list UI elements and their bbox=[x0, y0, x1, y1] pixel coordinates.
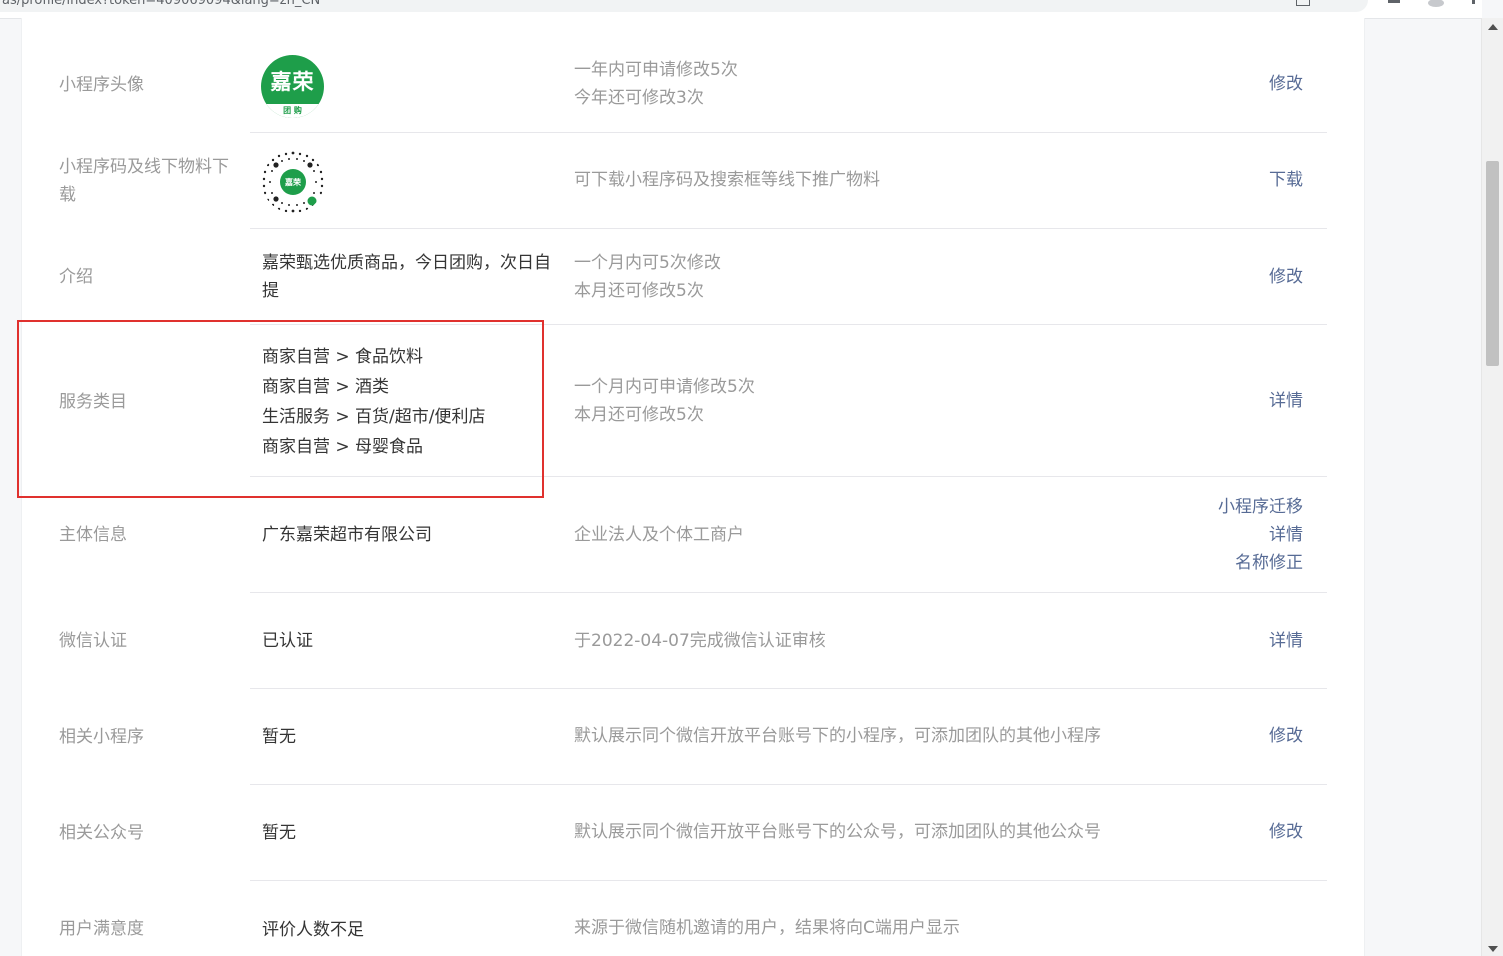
row-service-category: 服务类目 商家自营 > 食品饮料 商家自营 > 酒类 生活服务 > 百货/超市/… bbox=[22, 325, 1364, 477]
scroll-up-icon[interactable] bbox=[1488, 24, 1498, 30]
intro-text: 嘉荣甄选优质商品，今日团购，次日自提 bbox=[262, 253, 551, 301]
row-related-official-accounts: 相关公众号 暂无 默认展示同个微信开放平台账号下的公众号，可添加团队的其他公众号… bbox=[22, 785, 1364, 881]
category-item: 生活服务 > 百货/超市/便利店 bbox=[262, 407, 486, 427]
entity-details-link[interactable]: 详情 bbox=[1218, 521, 1303, 549]
row-related-mini-programs: 相关小程序 暂无 默认展示同个微信开放平台账号下的小程序，可添加团队的其他小程序… bbox=[22, 689, 1364, 785]
row-qrcode: 小程序码及线下物料下载 嘉荣 可下载小程序码及搜索框等线下推广物料 下载 bbox=[22, 133, 1364, 229]
row-description: 默认展示同个微信开放平台账号下的公众号，可添加团队的其他公众号 bbox=[574, 822, 1101, 842]
desc-line: 本月还可修改5次 bbox=[574, 281, 704, 301]
auth-details-link[interactable]: 详情 bbox=[1269, 627, 1303, 655]
vertical-scrollbar[interactable] bbox=[1481, 18, 1503, 956]
edit-related-oa-link[interactable]: 修改 bbox=[1269, 818, 1303, 846]
row-avatar: 小程序头像 嘉荣 团 购 一年内可申请修改5次 今年还可修改3次 修改 bbox=[22, 37, 1364, 133]
browser-toolbar: as/profile/index?token=409069094&lang=zh… bbox=[0, 0, 1482, 19]
row-label: 主体信息 bbox=[59, 525, 127, 545]
row-description: 一个月内可5次修改 本月还可修改5次 bbox=[574, 249, 1194, 305]
desc-line: 今年还可修改3次 bbox=[574, 88, 704, 108]
scroll-down-icon[interactable] bbox=[1488, 946, 1498, 952]
row-description: 一个月内可申请修改5次 本月还可修改5次 bbox=[574, 373, 1194, 429]
entity-name: 广东嘉荣超市有限公司 bbox=[262, 525, 432, 545]
related-oa-value: 暂无 bbox=[262, 823, 296, 843]
row-label: 相关小程序 bbox=[59, 727, 144, 747]
more-menu-icon[interactable] bbox=[1472, 0, 1475, 4]
profile-avatar-icon[interactable] bbox=[1428, 0, 1444, 7]
category-item: 商家自营 > 食品饮料 bbox=[262, 347, 424, 367]
row-label: 小程序码及线下物料下载 bbox=[59, 157, 229, 205]
row-description: 企业法人及个体工商户 bbox=[574, 525, 744, 545]
row-description: 来源于微信随机邀请的用户，结果将向C端用户显示 bbox=[574, 918, 960, 938]
name-correction-link[interactable]: 名称修正 bbox=[1218, 549, 1303, 577]
related-mp-value: 暂无 bbox=[262, 727, 296, 747]
logo-subtext: 团 购 bbox=[261, 104, 324, 118]
row-description: 可下载小程序码及搜索框等线下推广物料 bbox=[574, 170, 880, 190]
row-entity-info: 主体信息 广东嘉荣超市有限公司 企业法人及个体工商户 小程序迁移 详情 名称修正 bbox=[22, 477, 1364, 593]
desc-line: 一年内可申请修改5次 bbox=[574, 60, 738, 80]
row-description: 一年内可申请修改5次 今年还可修改3次 bbox=[574, 56, 1194, 112]
category-details-link[interactable]: 详情 bbox=[1269, 387, 1303, 415]
row-user-satisfaction: 用户满意度 评价人数不足 来源于微信随机邀请的用户，结果将向C端用户显示 bbox=[22, 881, 1364, 956]
row-description: 默认展示同个微信开放平台账号下的小程序，可添加团队的其他小程序 bbox=[574, 726, 1101, 746]
row-label: 服务类目 bbox=[59, 392, 127, 412]
row-label: 相关公众号 bbox=[59, 823, 144, 843]
logo-text: 嘉荣 bbox=[270, 69, 315, 94]
star-icon[interactable] bbox=[1338, 0, 1350, 7]
share-icon[interactable] bbox=[1296, 0, 1310, 6]
settings-card: 小程序头像 嘉荣 团 购 一年内可申请修改5次 今年还可修改3次 修改 小程序码… bbox=[21, 18, 1365, 956]
row-intro: 介绍 嘉荣甄选优质商品，今日团购，次日自提 一个月内可5次修改 本月还可修改5次… bbox=[22, 229, 1364, 325]
download-link[interactable]: 下载 bbox=[1269, 166, 1303, 194]
category-item: 商家自营 > 酒类 bbox=[262, 377, 390, 397]
row-label: 介绍 bbox=[59, 267, 93, 287]
desc-line: 一个月内可5次修改 bbox=[574, 253, 721, 273]
sidebar-icon[interactable] bbox=[1388, 0, 1400, 3]
mini-program-code-icon: 嘉荣 bbox=[262, 151, 324, 213]
row-wechat-auth: 微信认证 已认证 于2022-04-07完成微信认证审核 详情 bbox=[22, 593, 1364, 689]
satisfaction-value: 评价人数不足 bbox=[262, 920, 364, 940]
qrcode-logo-text: 嘉荣 bbox=[284, 177, 301, 187]
row-label: 用户满意度 bbox=[59, 919, 144, 939]
edit-avatar-link[interactable]: 修改 bbox=[1269, 70, 1303, 98]
mini-program-avatar: 嘉荣 团 购 bbox=[261, 55, 324, 118]
row-label: 微信认证 bbox=[59, 631, 127, 651]
auth-status: 已认证 bbox=[262, 631, 313, 651]
edit-intro-link[interactable]: 修改 bbox=[1269, 263, 1303, 291]
category-item: 商家自营 > 母婴食品 bbox=[262, 437, 424, 457]
row-label: 小程序头像 bbox=[59, 75, 144, 95]
row-description: 于2022-04-07完成微信认证审核 bbox=[574, 631, 826, 651]
edit-related-mp-link[interactable]: 修改 bbox=[1269, 722, 1303, 750]
category-list: 商家自营 > 食品饮料 商家自营 > 酒类 生活服务 > 百货/超市/便利店 商… bbox=[262, 342, 552, 462]
entity-actions: 小程序迁移 详情 名称修正 bbox=[1218, 493, 1303, 577]
desc-line: 本月还可修改5次 bbox=[574, 405, 704, 425]
desc-line: 一个月内可申请修改5次 bbox=[574, 377, 755, 397]
address-bar[interactable]: as/profile/index?token=409069094&lang=zh… bbox=[0, 0, 1368, 12]
scroll-thumb[interactable] bbox=[1486, 161, 1499, 366]
migrate-link[interactable]: 小程序迁移 bbox=[1218, 493, 1303, 521]
